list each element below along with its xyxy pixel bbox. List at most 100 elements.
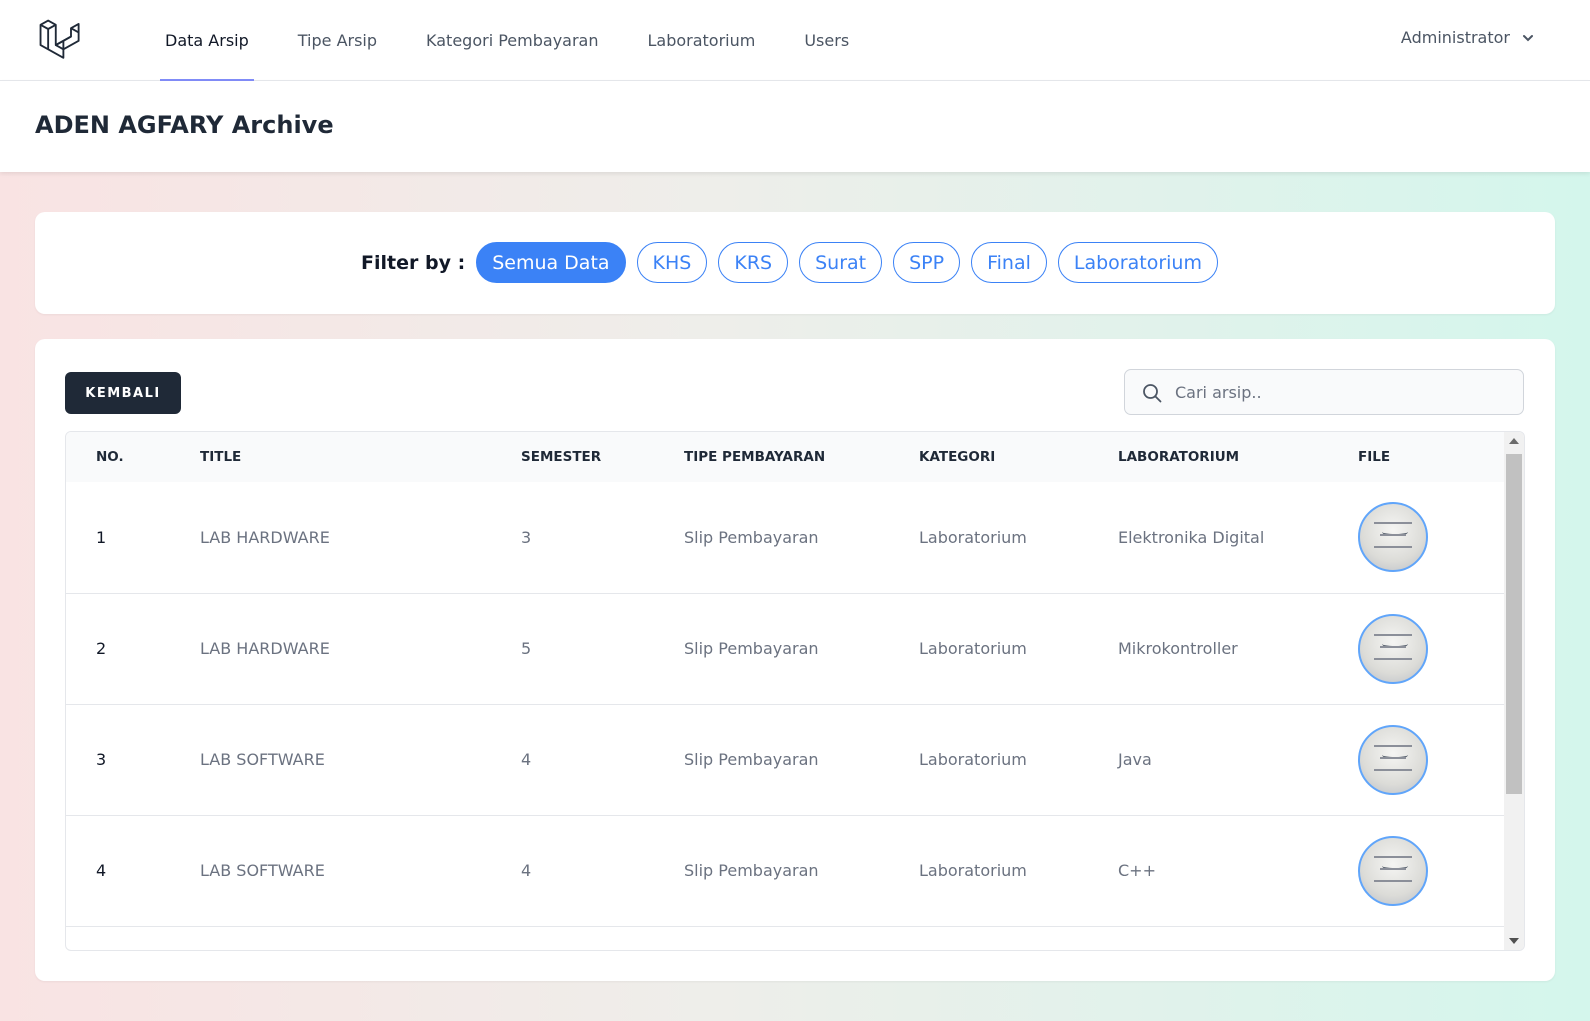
thumbnail-line xyxy=(1380,534,1406,537)
filter-pill-laboratorium[interactable]: Laboratorium xyxy=(1057,242,1218,283)
cell-lab-text: Elektronika Digital xyxy=(1118,527,1265,547)
column-header-label: LABORATORIUM xyxy=(1118,449,1240,465)
cell-tipe: Slip Pembayaran xyxy=(654,704,889,816)
filter-pill-spp[interactable]: SPP xyxy=(893,242,961,283)
cell-kategori: Laboratorium xyxy=(889,704,1088,816)
table-row: 4 LAB SOFTWARE 4 Slip Pembayaran Laboratoriu… xyxy=(66,815,1506,927)
cell-no-text: 4 xyxy=(96,861,107,880)
cell-no: 4 xyxy=(66,815,170,927)
file-thumbnail[interactable] xyxy=(1358,724,1428,795)
cell-file xyxy=(1328,704,1506,816)
nav-item-kategori-pembayaran[interactable]: Kategori Pembayaran xyxy=(421,0,603,81)
search-box[interactable] xyxy=(1124,369,1524,415)
cell-kategori: Laboratorium xyxy=(889,482,1088,594)
thumbnail-line xyxy=(1374,546,1412,549)
filter-pill-semua-data[interactable]: Semua Data xyxy=(476,242,626,283)
search-input[interactable] xyxy=(1175,370,1515,414)
cell-tipe: Slip Pembayaran xyxy=(654,482,889,594)
filter-row: Filter by : Semua Data KHS KRS Surat SPP Fina… xyxy=(35,242,1555,283)
cell-no: 3 xyxy=(66,704,170,816)
thumbnail-line xyxy=(1380,756,1406,759)
cell-semester: 3 xyxy=(491,482,654,594)
nav-links: Data Arsip Tipe Arsip Kategori Pembayaran L… xyxy=(160,0,893,81)
thumbnail-line xyxy=(1374,633,1412,636)
archive-table-container: NO. TITLE SEMESTER TIPE PEMBAYARAN KATEGORI L… xyxy=(65,431,1525,951)
cell-no-text: 2 xyxy=(96,639,107,658)
table-row: 1 LAB HARDWARE 3 Slip Pembayaran Laboratoriu… xyxy=(66,482,1506,594)
thumbnail-line xyxy=(1374,879,1412,882)
cell-lab: Java xyxy=(1088,704,1328,816)
file-thumbnail[interactable] xyxy=(1358,613,1428,684)
scroll-up-arrow-icon[interactable] xyxy=(1509,438,1519,444)
cell-kategori: Laboratorium xyxy=(889,593,1088,705)
cell-semester-text: 5 xyxy=(521,639,532,658)
filter-pill-khs[interactable]: KHS xyxy=(636,242,708,283)
cell-semester: 4 xyxy=(491,704,654,816)
cell-lab-text: Java xyxy=(1118,750,1152,769)
cell-title: LAB HARDWARE xyxy=(170,593,491,705)
cell-title: LAB SOFTWARE xyxy=(170,815,491,927)
cell-tipe-text: Slip Pembayaran xyxy=(684,527,819,547)
column-header: KATEGORI xyxy=(889,432,1088,482)
laravel-logo-icon[interactable] xyxy=(38,18,82,62)
cell-lab-text: C++ xyxy=(1118,861,1156,880)
nav-item-users[interactable]: Users xyxy=(799,0,854,81)
table-row: 3 LAB SOFTWARE 4 Slip Pembayaran Laboratoriu… xyxy=(66,704,1506,816)
cell-lab-text: Mikrokontroller xyxy=(1118,639,1238,658)
column-header: FILE xyxy=(1328,432,1506,482)
user-menu[interactable]: Administrator xyxy=(1401,28,1534,47)
chevron-down-icon xyxy=(1523,34,1533,41)
column-header-label: TIPE PEMBAYARAN xyxy=(684,449,826,465)
cell-tipe-text: Slip Pembayaran xyxy=(684,861,819,880)
scrollbar-thumb[interactable] xyxy=(1506,454,1522,794)
column-header: TITLE xyxy=(170,432,491,482)
cell-tipe-text: Slip Pembayaran xyxy=(684,639,819,658)
table-scrollbar[interactable] xyxy=(1504,432,1524,950)
nav-item-data-arsip[interactable]: Data Arsip xyxy=(160,0,254,81)
table-row: 2 LAB HARDWARE 5 Slip Pembayaran Laboratoriu… xyxy=(66,593,1506,705)
cell-semester-text: 4 xyxy=(521,861,532,880)
file-thumbnail[interactable] xyxy=(1358,835,1428,906)
column-header-label: KATEGORI xyxy=(919,449,996,465)
column-header: SEMESTER xyxy=(491,432,654,482)
scroll-down-arrow-icon[interactable] xyxy=(1509,938,1519,944)
cell-file-wrap xyxy=(1328,613,1506,684)
nav-item-tipe-arsip[interactable]: Tipe Arsip xyxy=(293,0,382,81)
cell-no: 1 xyxy=(66,482,170,594)
column-header-label: TITLE xyxy=(200,449,242,465)
cell-no-text: 1 xyxy=(96,527,107,547)
archive-card: KEMBALI NO. TITLE SEMESTER TIPE PEMBAYARAN K… xyxy=(35,339,1555,981)
thumbnail-line xyxy=(1374,768,1412,771)
cell-file xyxy=(1328,593,1506,705)
cell-title: LAB SOFTWARE xyxy=(170,704,491,816)
thumbnail-line xyxy=(1380,867,1406,870)
nav-item-laboratorium[interactable]: Laboratorium xyxy=(642,0,760,81)
cell-file-wrap xyxy=(1328,724,1506,795)
table-header-row: NO. TITLE SEMESTER TIPE PEMBAYARAN KATEGORI L… xyxy=(66,432,1506,482)
cell-title: LAB HARDWARE xyxy=(170,482,491,594)
file-thumbnail[interactable] xyxy=(1358,502,1428,573)
cell-file xyxy=(1328,815,1506,927)
filter-pill-surat[interactable]: Surat xyxy=(799,242,883,283)
cell-lab: Mikrokontroller xyxy=(1088,593,1328,705)
thumbnail-line xyxy=(1374,522,1412,525)
filter-pill-krs[interactable]: KRS xyxy=(718,242,789,283)
cell-kategori-text: Laboratorium xyxy=(919,861,1027,880)
cell-tipe-text: Slip Pembayaran xyxy=(684,750,819,769)
cell-semester: 5 xyxy=(491,593,654,705)
thumbnail-line xyxy=(1374,657,1412,660)
cell-file-wrap xyxy=(1328,835,1506,906)
cell-semester-text: 4 xyxy=(521,750,532,769)
column-header-label: FILE xyxy=(1358,449,1391,465)
filter-pill-final[interactable]: Final xyxy=(971,242,1047,283)
back-button[interactable]: KEMBALI xyxy=(65,372,181,414)
top-navbar: Data Arsip Tipe Arsip Kategori Pembayaran L… xyxy=(0,0,1590,81)
cell-lab: C++ xyxy=(1088,815,1328,927)
filter-card: Filter by : Semua Data KHS KRS Surat SPP Fina… xyxy=(35,212,1555,314)
cell-no-text: 3 xyxy=(96,750,107,769)
cell-kategori-text: Laboratorium xyxy=(919,639,1027,658)
cell-tipe: Slip Pembayaran xyxy=(654,815,889,927)
cell-title-text: LAB HARDWARE xyxy=(200,527,330,547)
column-header-label: NO. xyxy=(96,449,124,465)
column-header: NO. xyxy=(66,432,170,482)
